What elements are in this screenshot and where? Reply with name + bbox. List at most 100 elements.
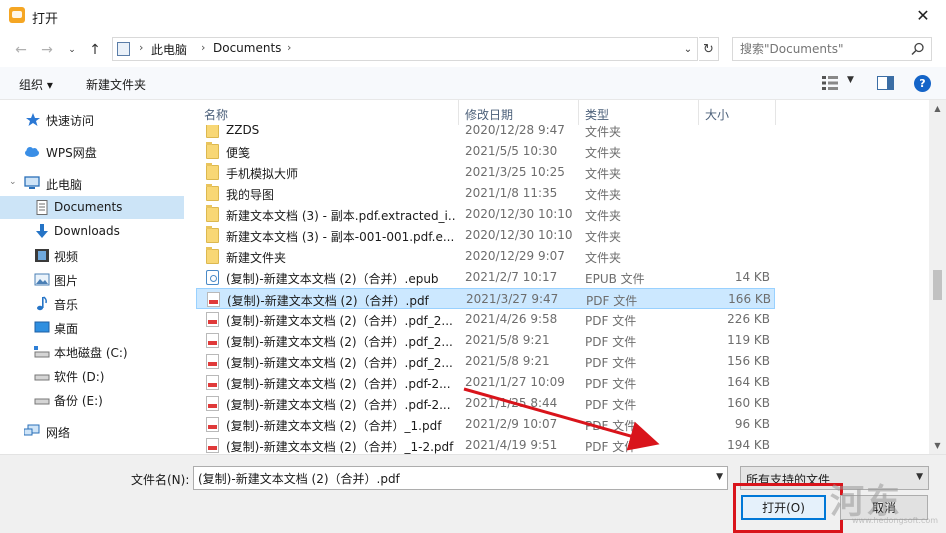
organize-menu[interactable]: 组织 ▾ <box>19 76 53 93</box>
nav-item-pictures[interactable]: 图片 <box>0 268 184 291</box>
nav-item-music[interactable]: 音乐 <box>0 292 184 315</box>
breadcrumb-separator[interactable]: › <box>139 41 143 54</box>
table-row[interactable]: ZZDS 2020/12/28 9:47 文件夹 <box>196 125 775 141</box>
close-button[interactable]: ✕ <box>900 0 946 31</box>
scrollbar-thumb[interactable] <box>933 270 942 300</box>
table-row[interactable]: (复制)-新建文本文档 (2)（合并）.pdf-2... 2021/1/27 10… <box>196 372 775 393</box>
filename-combobox[interactable]: ▼ <box>193 466 728 490</box>
network-icon <box>24 424 40 436</box>
epub-file-icon <box>206 270 219 285</box>
file-date: 2021/2/7 10:17 <box>465 270 558 284</box>
chevron-down-icon[interactable]: ⌄ <box>9 177 17 187</box>
nav-item-drive-d[interactable]: 软件 (D:) <box>0 364 184 387</box>
navigation-pane-scrollbar[interactable] <box>184 100 188 454</box>
table-row[interactable]: (复制)-新建文本文档 (2)（合并）.epub 2021/2/7 10:17 EP… <box>196 267 775 288</box>
desktop-icon <box>34 321 50 333</box>
nav-item-downloads[interactable]: Downloads <box>0 220 184 243</box>
file-type: PDF 文件 <box>585 314 637 328</box>
table-row[interactable]: 新建文本文档 (3) - 副本-001-001.pdf.e... 2020/12/… <box>196 225 775 246</box>
search-input[interactable] <box>733 38 909 60</box>
file-type: 文件夹 <box>585 125 622 139</box>
file-size: 194 KB <box>727 438 770 452</box>
table-row[interactable]: (复制)-新建文本文档 (2)（合并）.pdf_2... 2021/5/8 9:2… <box>196 351 775 372</box>
documents-location-icon <box>117 42 130 56</box>
cloud-icon <box>25 147 39 157</box>
file-type: 文件夹 <box>585 188 622 202</box>
title-bar: 打开 ✕ <box>0 0 946 31</box>
file-type: 文件夹 <box>585 209 622 223</box>
column-header-type[interactable]: 类型 <box>585 106 609 123</box>
table-row[interactable]: (复制)-新建文本文档 (2)（合并）.pdf-2... 2021/1/25 8:… <box>196 393 775 414</box>
folder-icon <box>206 226 219 243</box>
column-header-row: ^ 名称 修改日期 类型 大小 <box>196 100 929 125</box>
address-dropdown-icon[interactable]: ⌄ <box>679 39 697 59</box>
watermark-url: www.hedongsoft.com <box>852 516 939 525</box>
nav-item-this-pc[interactable]: ⌄ 此电脑 <box>0 172 184 195</box>
pdf-file-icon <box>206 354 219 369</box>
table-row[interactable]: 新建文件夹 2020/12/29 9:07 文件夹 <box>196 246 775 267</box>
forward-arrow-icon[interactable]: → <box>38 41 56 59</box>
app-icon <box>9 7 25 23</box>
breadcrumb-separator[interactable]: › <box>201 41 205 54</box>
pdf-file-icon <box>207 292 220 307</box>
up-arrow-icon[interactable]: ↑ <box>86 41 104 59</box>
recent-locations-chevron-icon[interactable]: ⌄ <box>63 41 81 59</box>
nav-item-wps-cloud[interactable]: WPS网盘 <box>0 140 184 163</box>
filename-input[interactable] <box>194 467 704 489</box>
column-header-name[interactable]: 名称 <box>204 106 228 123</box>
breadcrumb-this-pc[interactable]: 此电脑 <box>151 41 187 58</box>
column-divider[interactable] <box>698 100 699 125</box>
file-name: (复制)-新建文本文档 (2)（合并）.epub <box>226 272 439 286</box>
address-box[interactable]: › 此电脑 › Documents › ⌄ <box>112 37 698 61</box>
file-type: 文件夹 <box>585 230 622 244</box>
navigation-pane: 快速访问 WPS网盘 ⌄ 此电脑 Documents Downloads 视频 … <box>0 100 188 454</box>
table-row[interactable]: (复制)-新建文本文档 (2)（合并）.pdf_2... 2021/5/8 9:2… <box>196 330 775 351</box>
table-row[interactable]: 手机模拟大师 2021/3/25 10:25 文件夹 <box>196 162 775 183</box>
column-divider[interactable] <box>775 100 776 125</box>
dialog-footer: 文件名(N): ▼ 所有支持的文件 ▼ 打开(O) 取消 <box>0 454 946 533</box>
table-row[interactable]: 便笺 2021/5/5 10:30 文件夹 <box>196 141 775 162</box>
table-row[interactable]: (复制)-新建文本文档 (2)（合并）.pdf 2021/3/27 9:47 PDF… <box>196 288 775 309</box>
file-size: 226 KB <box>727 312 770 326</box>
search-icon[interactable] <box>911 42 925 56</box>
column-header-size[interactable]: 大小 <box>705 106 729 123</box>
preview-pane-icon[interactable] <box>877 76 894 90</box>
star-icon <box>26 113 40 126</box>
file-size: 156 KB <box>727 354 770 368</box>
chevron-down-icon[interactable]: ▼ <box>716 472 723 482</box>
nav-item-drive-c[interactable]: 本地磁盘 (C:) <box>0 340 184 363</box>
nav-item-desktop[interactable]: 桌面 <box>0 316 184 339</box>
refresh-icon[interactable]: ↻ <box>699 37 719 61</box>
table-row[interactable]: (复制)-新建文本文档 (2)（合并）_1-2.pdf 2021/4/19 9:5… <box>196 435 775 454</box>
table-row[interactable]: (复制)-新建文本文档 (2)（合并）.pdf_2... 2021/4/26 9:… <box>196 309 775 330</box>
documents-icon <box>36 200 48 215</box>
file-name: (复制)-新建文本文档 (2)（合并）.pdf-2... <box>226 377 451 391</box>
nav-item-videos[interactable]: 视频 <box>0 244 184 267</box>
column-divider[interactable] <box>578 100 579 125</box>
nav-item-documents[interactable]: Documents <box>0 196 184 219</box>
file-date: 2021/2/9 10:07 <box>465 417 558 431</box>
view-dropdown-icon[interactable]: ▼ <box>847 75 854 85</box>
nav-item-network[interactable]: 网络 <box>0 420 184 443</box>
drive-icon <box>34 398 50 405</box>
table-row[interactable]: 我的导图 2021/1/8 11:35 文件夹 <box>196 183 775 204</box>
scroll-down-arrow-icon[interactable]: ▼ <box>929 437 946 454</box>
table-row[interactable]: 新建文本文档 (3) - 副本.pdf.extracted_i... 2020/1… <box>196 204 775 225</box>
column-header-date[interactable]: 修改日期 <box>465 106 513 123</box>
nav-item-quick-access[interactable]: 快速访问 <box>0 108 184 131</box>
scroll-up-arrow-icon[interactable]: ▲ <box>929 100 946 117</box>
view-options-icon[interactable] <box>822 76 838 90</box>
search-field[interactable] <box>732 37 932 61</box>
file-name: (复制)-新建文本文档 (2)（合并）_1.pdf <box>226 419 442 433</box>
new-folder-button[interactable]: 新建文件夹 <box>86 76 146 93</box>
file-name: (复制)-新建文本文档 (2)（合并）.pdf_2... <box>226 314 453 328</box>
file-name: (复制)-新建文本文档 (2)（合并）.pdf_2... <box>226 335 453 349</box>
nav-item-drive-e[interactable]: 备份 (E:) <box>0 388 184 411</box>
help-icon[interactable]: ? <box>914 75 931 92</box>
breadcrumb-documents[interactable]: Documents <box>213 41 281 55</box>
table-row[interactable]: (复制)-新建文本文档 (2)（合并）_1.pdf 2021/2/9 10:07 P… <box>196 414 775 435</box>
file-list-scrollbar[interactable]: ▲ ▼ <box>929 100 946 454</box>
back-arrow-icon[interactable]: ← <box>12 41 30 59</box>
column-divider[interactable] <box>458 100 459 125</box>
breadcrumb-separator[interactable]: › <box>287 41 291 54</box>
